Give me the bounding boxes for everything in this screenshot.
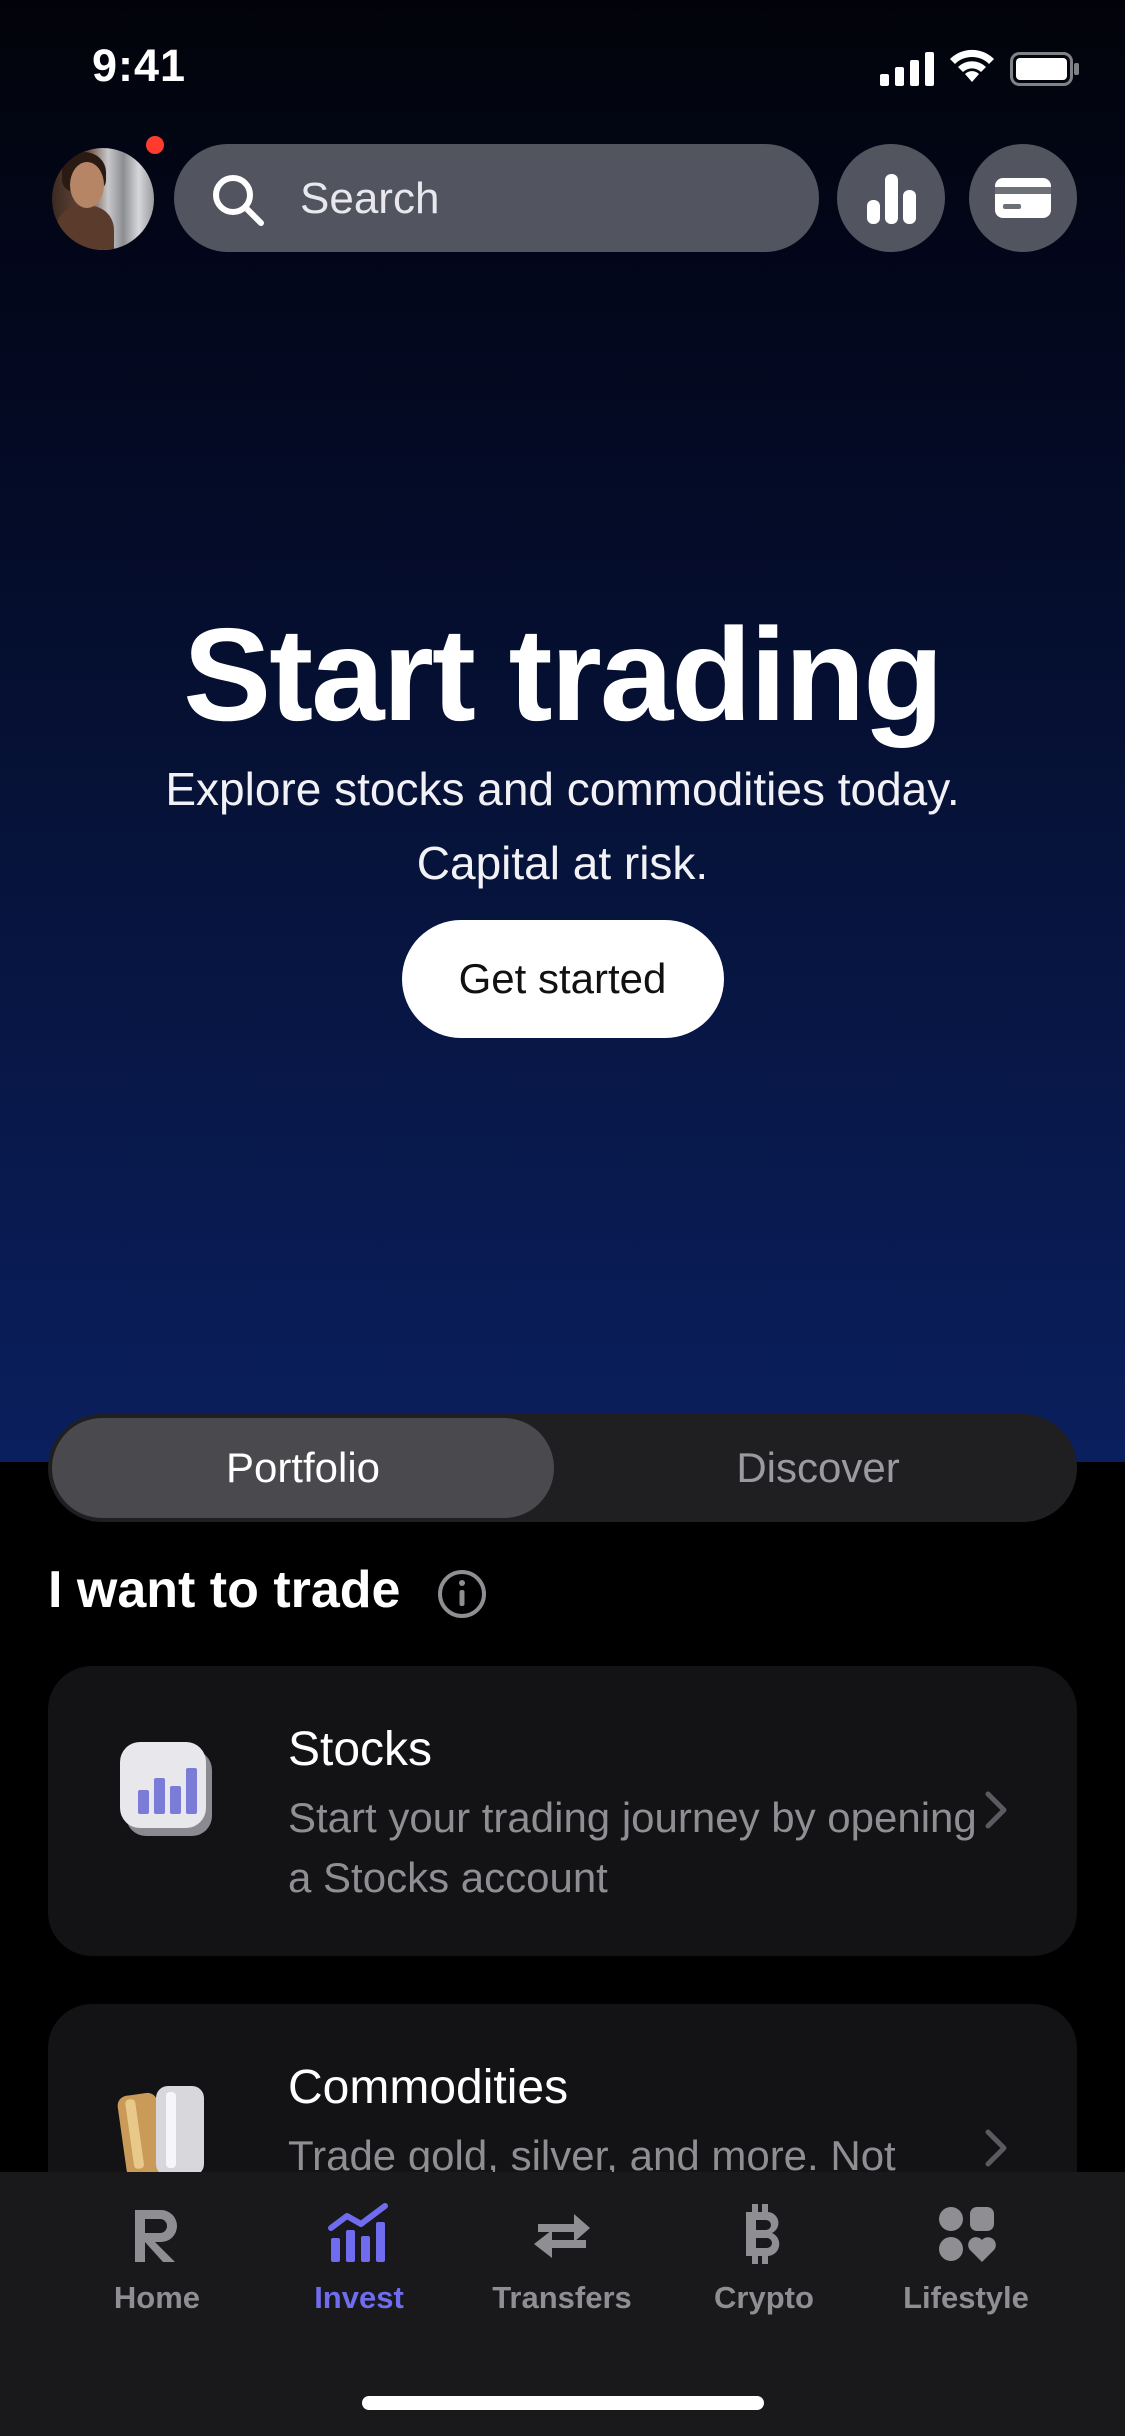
section-title: I want to trade: [48, 1561, 401, 1619]
search-placeholder: Search: [300, 174, 440, 223]
tab-discover[interactable]: Discover: [563, 1414, 1073, 1522]
tab-invest-label: Invest: [314, 2280, 404, 2315]
notification-dot: [146, 136, 164, 154]
tab-lifestyle[interactable]: Lifestyle: [866, 2202, 1066, 2316]
wifi-icon: [950, 49, 994, 82]
battery-icon: [1010, 52, 1079, 86]
info-icon[interactable]: [436, 1568, 488, 1620]
cards-button[interactable]: [969, 144, 1077, 252]
analytics-icon: [867, 174, 916, 224]
transfer-arrows-icon: [534, 2214, 590, 2258]
stocks-icon: [120, 1742, 212, 1836]
hero-subtitle-line1: Explore stocks and commodities today.: [165, 763, 960, 815]
status-bar: 9:41: [0, 0, 1125, 130]
commodities-icon: [117, 2086, 204, 2180]
search-input[interactable]: Search: [174, 144, 819, 252]
stocks-card-description: Start your trading journey by opening a …: [288, 1794, 977, 1901]
top-bar: Search: [0, 140, 1125, 260]
get-started-button[interactable]: Get started: [401, 920, 724, 1038]
search-icon: [213, 175, 264, 226]
stocks-card[interactable]: Stocks Start your trading journey by ope…: [48, 1666, 1077, 1956]
hero-subtitle-line2: Capital at risk.: [416, 837, 709, 889]
invest-chart-icon: [328, 2203, 388, 2262]
card-icon: [995, 178, 1051, 218]
tab-lifestyle-label: Lifestyle: [903, 2280, 1029, 2315]
tab-invest[interactable]: Invest: [259, 2202, 459, 2316]
tab-portfolio[interactable]: Portfolio: [52, 1414, 554, 1522]
tab-home[interactable]: Home: [57, 2202, 257, 2316]
bitcoin-icon: [746, 2204, 780, 2264]
hero-title: Start trading: [183, 601, 944, 748]
commodities-card-title: Commodities: [288, 2061, 569, 2114]
avatar-figure-body: [56, 206, 114, 250]
hero: Start trading Explore stocks and commodi…: [0, 600, 1125, 1038]
tab-crypto-label: Crypto: [714, 2280, 814, 2315]
analytics-button[interactable]: [837, 144, 945, 252]
chevron-right-icon: [985, 2129, 1007, 2167]
stocks-card-title: Stocks: [288, 1723, 433, 1776]
tab-crypto[interactable]: Crypto: [664, 2202, 864, 2316]
avatar-figure-face: [70, 162, 104, 208]
revolut-r-icon: [135, 2210, 177, 2262]
lifestyle-icon: [939, 2207, 996, 2262]
avatar[interactable]: [52, 148, 154, 250]
cellular-signal-icon: [880, 52, 934, 86]
tab-transfers[interactable]: Transfers: [462, 2202, 662, 2316]
status-time: 9:41: [92, 40, 187, 91]
home-indicator: [362, 2396, 764, 2410]
chevron-right-icon: [985, 1791, 1007, 1829]
tab-home-label: Home: [113, 2280, 201, 2315]
tab-transfers-label: Transfers: [492, 2280, 632, 2315]
portfolio-discover-segmented-control: Portfolio Discover: [48, 1414, 1077, 1522]
